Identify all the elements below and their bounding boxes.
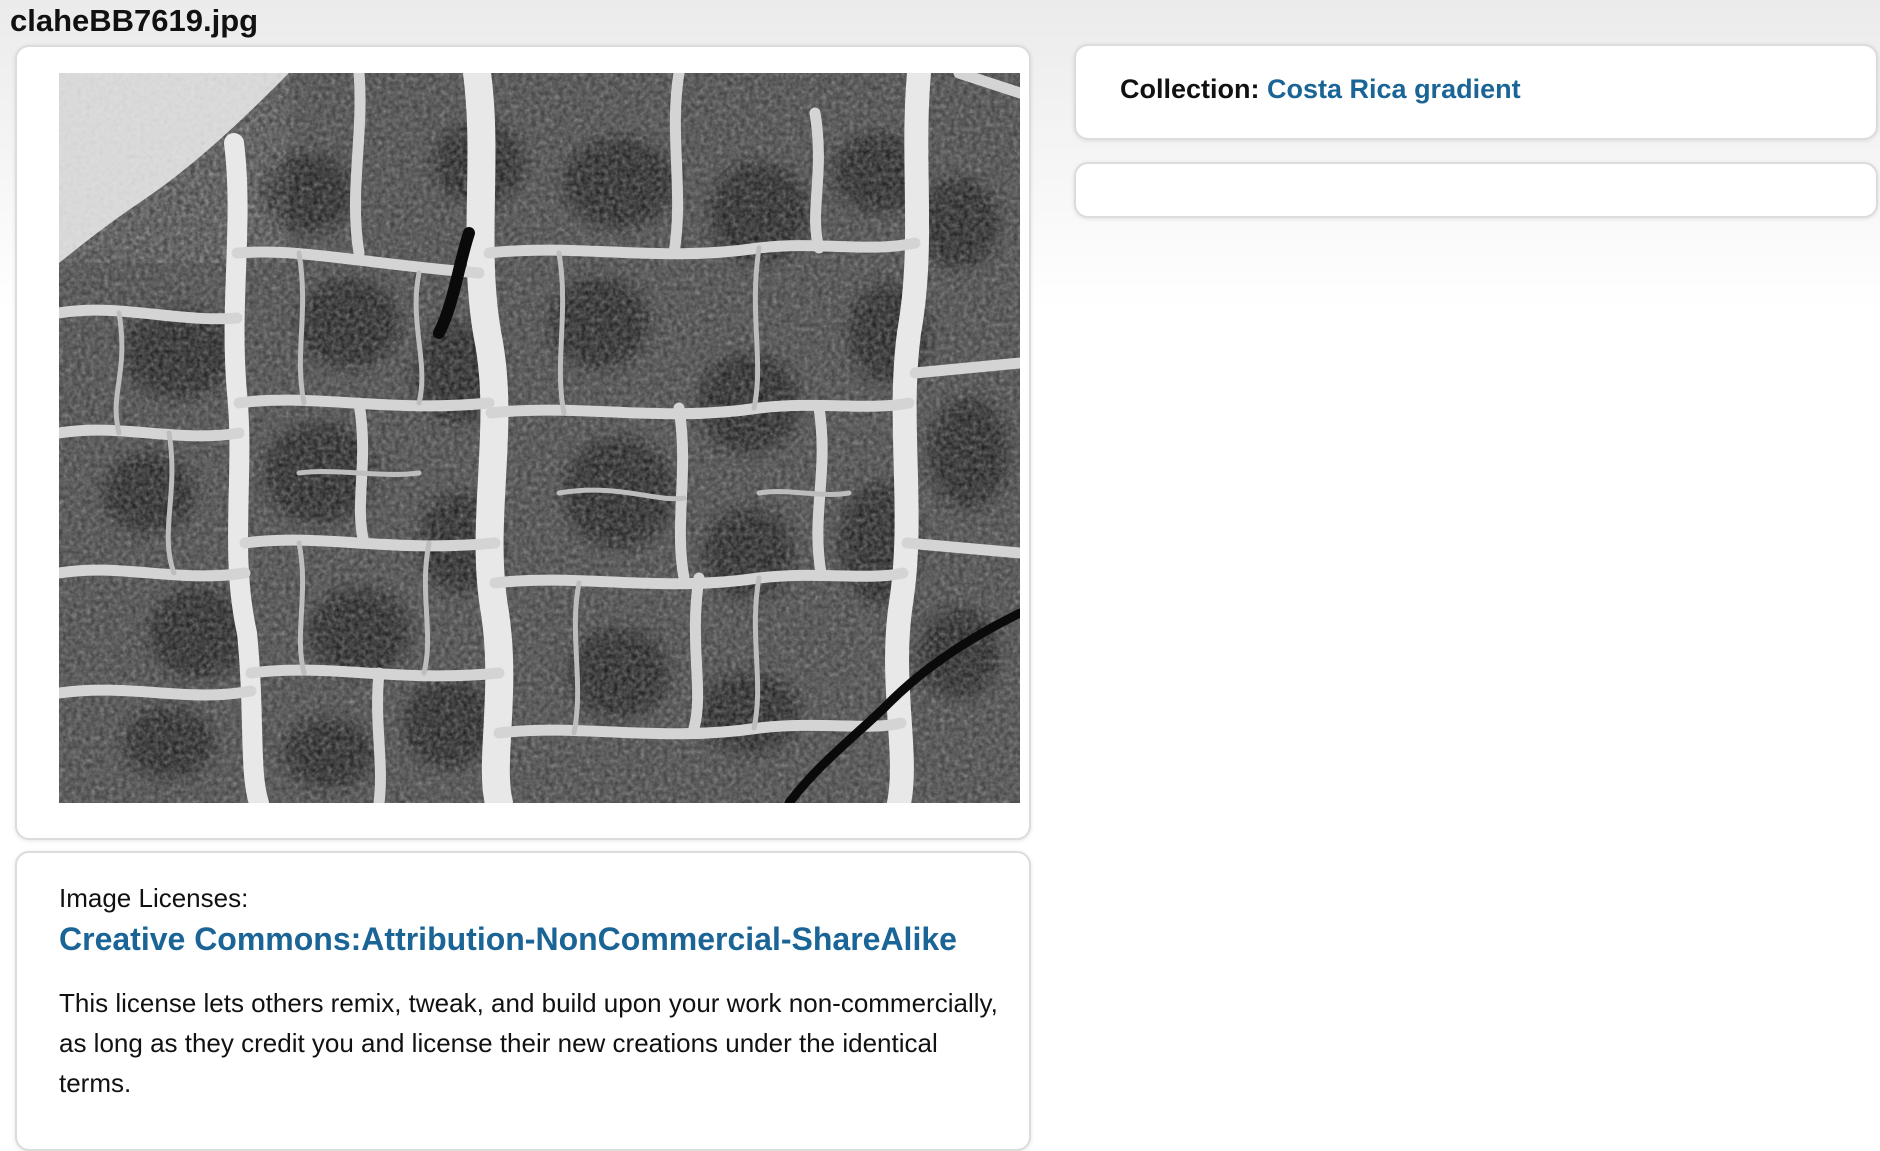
leaf-venation-image[interactable]	[59, 73, 1020, 803]
license-link[interactable]: Creative Commons:Attribution-NonCommerci…	[59, 921, 957, 958]
collection-label: Collection:	[1120, 74, 1260, 104]
collection-card: Collection: Costa Rica gradient	[1074, 44, 1878, 140]
collection-line: Collection: Costa Rica gradient	[1120, 74, 1521, 105]
license-description: This license lets others remix, tweak, a…	[59, 988, 998, 1098]
license-heading: Image Licenses:	[59, 883, 249, 913]
page-title: claheBB7619.jpg	[10, 3, 259, 38]
collection-link[interactable]: Costa Rica gradient	[1267, 74, 1521, 104]
empty-info-card	[1074, 162, 1878, 218]
image-card	[15, 45, 1031, 840]
license-card: Image Licenses: Creative Commons:Attribu…	[15, 851, 1031, 1151]
